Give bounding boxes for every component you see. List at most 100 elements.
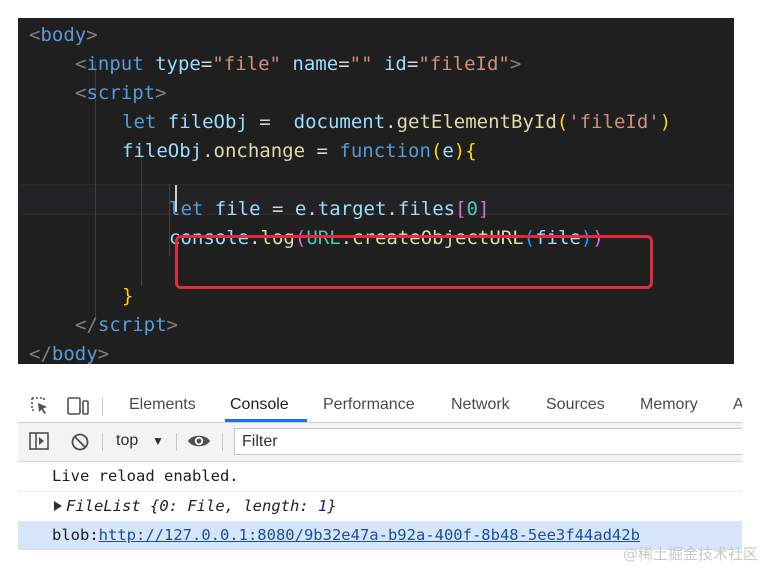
tag-bracket: < <box>75 53 87 75</box>
variable: file <box>214 198 261 220</box>
tab-elements[interactable]: Elements <box>129 396 196 414</box>
eye-icon[interactable] <box>187 433 211 454</box>
console-message-log: Live reload enabled. <box>18 462 742 492</box>
bracket: [ <box>455 198 467 220</box>
paren: ) <box>453 140 466 162</box>
code-editor: <body> <input type="file" name="" id="fi… <box>18 18 734 364</box>
variable: target <box>317 198 387 220</box>
annotation-highlight-box <box>175 235 653 289</box>
variable: document <box>293 111 386 133</box>
tag-bracket: > <box>86 24 98 46</box>
number: 0 <box>466 198 478 220</box>
attr-value: "file" <box>212 53 281 75</box>
expand-triangle-icon[interactable] <box>54 501 62 511</box>
code-line-1: <body> <box>18 21 734 50</box>
operator: = <box>406 53 419 75</box>
tab-separator <box>102 398 103 416</box>
context-selector[interactable]: top <box>116 432 138 450</box>
watermark: @稀土掘金技术社区 <box>622 545 758 563</box>
active-tab-indicator <box>225 419 307 422</box>
tab-memory[interactable]: Memory <box>640 396 698 414</box>
attr-value: "" <box>349 53 373 75</box>
operator: . <box>386 198 398 220</box>
object-colon: : <box>168 497 188 515</box>
operator: . <box>385 111 397 133</box>
string: 'fileId' <box>568 111 660 133</box>
tab-performance[interactable]: Performance <box>323 396 415 414</box>
code-line-11: </script> <box>18 311 734 340</box>
variable: fileObj <box>122 140 203 162</box>
object-brace: { <box>140 497 160 515</box>
function-name: getElementById <box>396 111 557 133</box>
console-toolbar: top ▼ <box>18 423 742 462</box>
attr-name: id <box>383 53 407 75</box>
bracket: ] <box>477 198 490 220</box>
paren: ( <box>556 111 569 133</box>
chevron-down-icon[interactable]: ▼ <box>152 434 164 448</box>
operator: = <box>260 198 295 220</box>
tag-name: script <box>86 82 156 104</box>
console-message-text: Live reload enabled. <box>52 467 239 485</box>
tag-name: input <box>86 53 144 75</box>
operator: = <box>247 111 283 133</box>
code-line-12: </body> <box>18 340 734 364</box>
code-line-2: <input type="file" name="" id="fileId"> <box>18 50 734 79</box>
console-message-filelist[interactable]: FileList {0: File, length: 1} <box>18 492 742 522</box>
blob-url-link[interactable]: http://127.0.0.1:8080/9b32e47a-b92a-400f… <box>99 526 640 544</box>
variable: e <box>442 140 454 162</box>
screenshot-root: <body> <input type="file" name="" id="fi… <box>0 0 766 570</box>
toolbar-separator <box>176 433 177 451</box>
tab-sources[interactable]: Sources <box>546 396 605 414</box>
tag-name: script <box>97 314 167 336</box>
sidebar-toggle-icon[interactable] <box>29 432 49 455</box>
code-line-4: let fileObj = document.getElementById('f… <box>18 108 734 137</box>
tag-name: body <box>51 343 98 364</box>
object-brace: } <box>327 497 337 515</box>
keyword: let <box>122 111 157 133</box>
object-type: FileList <box>66 497 141 515</box>
operator: . <box>202 140 214 162</box>
device-toolbar-icon[interactable] <box>66 397 90 420</box>
object-value: File <box>187 497 225 515</box>
tag-bracket: < <box>29 24 41 46</box>
blob-prefix: blob: <box>52 526 99 544</box>
operator: = <box>338 53 350 75</box>
inspect-element-icon[interactable] <box>30 397 50 420</box>
tag-bracket: > <box>509 53 522 75</box>
attr-value: "fileId" <box>418 53 510 75</box>
clear-console-icon[interactable] <box>70 432 90 457</box>
operator: = <box>200 53 213 75</box>
devtools-tab-bar: Elements Console Performance Network Sou… <box>18 392 742 423</box>
paren: ) <box>659 111 672 133</box>
brace: { <box>465 140 477 162</box>
keyword: function <box>339 140 431 162</box>
operator: = <box>305 140 340 162</box>
filter-input[interactable] <box>234 428 742 455</box>
tag-bracket: </ <box>29 343 52 364</box>
tag-bracket: < <box>75 82 87 104</box>
attr-name: name <box>292 53 339 75</box>
tag-bracket: > <box>166 314 178 336</box>
object-number: 1 <box>318 497 328 515</box>
operator: . <box>306 198 318 220</box>
tag-name: body <box>40 24 87 46</box>
attr-name: type <box>155 53 201 75</box>
keyword: let <box>169 198 204 220</box>
tag-bracket: > <box>97 343 110 364</box>
tab-network[interactable]: Network <box>451 396 510 414</box>
toolbar-separator <box>222 433 223 451</box>
tab-console[interactable]: Console <box>230 396 289 414</box>
variable: files <box>397 198 456 220</box>
toolbar-separator <box>102 433 103 451</box>
object-separator: , <box>224 497 244 515</box>
brace: } <box>122 285 134 307</box>
function-name: onchange <box>213 140 306 162</box>
tab-application-truncated[interactable]: A <box>733 396 742 414</box>
object-key: length <box>243 497 300 515</box>
devtools-panel: Elements Console Performance Network Sou… <box>18 392 742 550</box>
code-line-7: let file = e.target.files[0] <box>18 195 734 224</box>
object-key: 0 <box>159 497 169 515</box>
object-colon: : <box>299 497 319 515</box>
tag-bracket: > <box>155 82 167 104</box>
variable: fileObj <box>167 111 248 133</box>
